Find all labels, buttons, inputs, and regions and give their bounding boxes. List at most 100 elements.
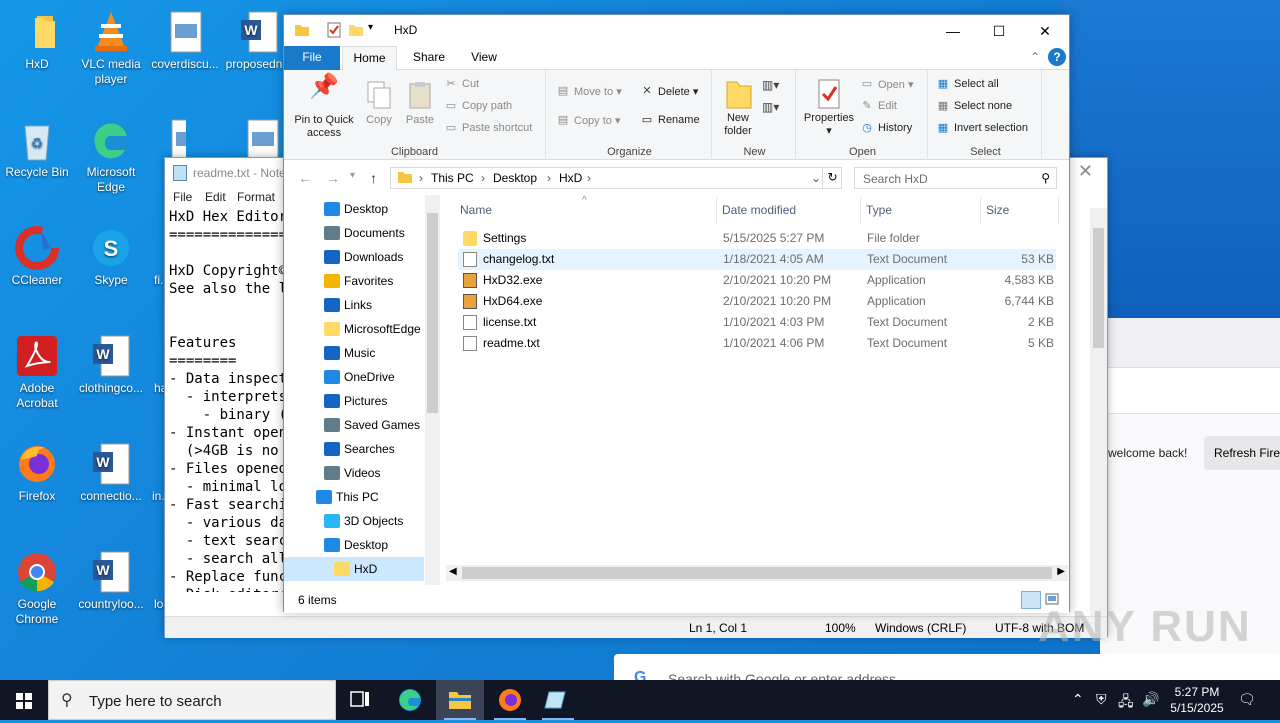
new-item-icon[interactable]: ▥▾ — [762, 78, 779, 92]
open-button[interactable]: ▭ Open ▾ — [860, 78, 914, 91]
column-separator[interactable] — [980, 197, 981, 223]
breadcrumb-desktop[interactable]: Desktop — [493, 171, 537, 185]
clock[interactable]: 5:27 PM 5/15/2025 — [1162, 684, 1232, 716]
desktop-icon-ccleaner[interactable]: CCleaner — [0, 226, 74, 288]
paste-button[interactable]: Paste — [402, 80, 438, 127]
breadcrumb-this-pc[interactable]: This PC — [431, 171, 474, 185]
properties-button[interactable]: Properties ▾ — [800, 78, 858, 138]
file-row[interactable]: changelog.txt 1/18/2021 4:05 AM Text Docum… — [458, 249, 1056, 270]
tab-share[interactable]: Share — [404, 46, 454, 70]
recent-chevron-icon[interactable]: ▾ — [350, 170, 355, 181]
show-hidden-icons[interactable]: ⌃ — [1072, 691, 1084, 708]
maximize-button[interactable]: ☐ — [976, 17, 1022, 45]
close-icon[interactable]: ✕ — [1078, 161, 1093, 182]
tree-item[interactable]: MicrosoftEdge — [284, 317, 424, 341]
tree-item[interactable]: 3D Objects — [284, 509, 424, 533]
scroll-left-icon[interactable]: ◀ — [449, 566, 457, 577]
tree-item[interactable]: OneDrive — [284, 365, 424, 389]
volume-icon[interactable]: 🔊 — [1142, 691, 1159, 708]
menu-format[interactable]: Format — [237, 190, 275, 204]
taskbar-notepad[interactable] — [534, 680, 582, 720]
close-button[interactable]: ✕ — [1022, 17, 1068, 45]
tree-item[interactable]: Searches — [284, 437, 424, 461]
tree-item[interactable]: Music — [284, 341, 424, 365]
paste-shortcut-button[interactable]: ▭ Paste shortcut — [444, 122, 533, 134]
history-button[interactable]: ◷ History — [860, 122, 912, 134]
tree-item[interactable]: Downloads — [284, 245, 424, 269]
menu-edit[interactable]: Edit — [205, 190, 226, 204]
navigation-scrollbar[interactable] — [425, 195, 440, 585]
properties-icon[interactable] — [326, 22, 342, 38]
up-arrow-icon[interactable]: ↑ — [370, 170, 377, 186]
select-none-button[interactable]: ▦ Select none — [936, 100, 1012, 112]
taskbar-file-explorer[interactable] — [436, 680, 484, 720]
file-row[interactable]: readme.txt 1/10/2021 4:06 PM Text Document… — [458, 333, 1056, 354]
file-row[interactable]: HxD32.exe 2/10/2021 10:20 PM Application 4,… — [458, 270, 1056, 291]
delete-button[interactable]: ✕ Delete ▾ — [640, 85, 698, 98]
file-row[interactable]: HxD64.exe 2/10/2021 10:20 PM Application 6,… — [458, 291, 1056, 312]
scrollbar-thumb[interactable] — [427, 213, 438, 413]
back-arrow-icon[interactable]: ← — [298, 170, 312, 186]
tree-item[interactable]: Links — [284, 293, 424, 317]
desktop-icon-connectio[interactable]: W connectio... — [74, 442, 148, 504]
horizontal-scrollbar[interactable]: ◀ ▶ — [446, 565, 1068, 581]
scroll-right-icon[interactable]: ▶ — [1057, 566, 1065, 577]
notepad-text-area[interactable]: HxD Hex Editor ============== HxD Copyrigh… — [169, 208, 285, 592]
minimize-button[interactable]: — — [930, 17, 976, 45]
edit-button[interactable]: ✎ Edit — [860, 100, 897, 112]
column-name[interactable]: Name — [460, 203, 492, 217]
file-row[interactable]: Settings 5/15/2025 5:27 PM File folder — [458, 228, 1056, 249]
network-icon[interactable]: 🖧 — [1118, 691, 1134, 715]
invert-selection-button[interactable]: ▦ Invert selection — [936, 122, 1028, 134]
address-dropdown-icon[interactable]: ⌄ — [811, 171, 821, 185]
pin-quick-access-button[interactable]: 📌 Pin to Quick access — [290, 75, 358, 140]
search-input[interactable]: Search HxD ⚲ — [854, 167, 1057, 189]
desktop-icon-vlc[interactable]: VLC media player — [74, 10, 148, 87]
taskbar-search-box[interactable]: ⚲ Type here to search — [48, 680, 336, 720]
desktop-icon-chrome[interactable]: Google Chrome — [0, 550, 74, 627]
copy-button[interactable]: Copy — [362, 80, 396, 127]
file-list[interactable]: Name ^ Date modified Type Size ◀ ▶ Setti… — [442, 195, 1068, 585]
forward-arrow-icon[interactable]: → — [326, 170, 340, 186]
tab-file[interactable]: File — [284, 46, 340, 70]
easy-access-icon[interactable]: ▥▾ — [762, 100, 779, 114]
column-separator[interactable] — [860, 197, 861, 223]
desktop-icon-countryloo[interactable]: W countryloo... — [74, 550, 148, 612]
defender-icon[interactable]: ⛨ — [1096, 691, 1107, 708]
tree-item[interactable]: Documents — [284, 221, 424, 245]
notification-icon[interactable]: 🗨 — [1238, 691, 1256, 708]
desktop-icon-firefox[interactable]: Firefox — [0, 442, 74, 504]
desktop-icon-edge[interactable]: Microsoft Edge — [74, 118, 148, 195]
column-date-modified[interactable]: Date modified — [722, 203, 796, 217]
tree-item[interactable]: Desktop — [284, 197, 424, 221]
tree-item[interactable]: This PC — [284, 485, 424, 509]
tree-item[interactable]: Videos — [284, 461, 424, 485]
menu-file[interactable]: File — [173, 190, 192, 204]
address-bar[interactable]: › This PC › Desktop › HxD › ⌄ — [390, 167, 842, 189]
desktop-icon-clothingco[interactable]: W clothingco... — [74, 334, 148, 396]
move-to-button[interactable]: ▤ Move to ▾ — [556, 85, 622, 98]
task-view-button[interactable] — [336, 680, 384, 720]
start-button[interactable] — [0, 680, 48, 720]
explorer-titlebar[interactable]: ▾ HxD — ☐ ✕ — [284, 15, 1069, 46]
tab-home[interactable]: Home — [342, 46, 397, 70]
refresh-icon[interactable]: ↻ — [822, 167, 842, 189]
desktop-icon-coverdiscu[interactable]: coverdiscu... — [148, 10, 222, 72]
column-separator[interactable] — [1058, 197, 1059, 223]
tree-item[interactable]: HxD — [284, 557, 424, 581]
tab-view[interactable]: View — [460, 46, 508, 70]
cut-button[interactable]: ✂ Cut — [444, 78, 479, 90]
copy-path-button[interactable]: ▭ Copy path — [444, 100, 512, 112]
explorer-window[interactable]: ▾ HxD — ☐ ✕ File Home Share View ⌃ ? 📌 P… — [283, 14, 1070, 613]
tree-item[interactable]: Favorites — [284, 269, 424, 293]
desktop-icon-hxd[interactable]: HxD — [0, 10, 74, 72]
desktop-icon-acrobat[interactable]: Adobe Acrobat — [0, 334, 74, 411]
firefox-refresh-button[interactable]: Refresh Firef — [1204, 436, 1280, 470]
notepad-scrollbar[interactable] — [1090, 208, 1107, 616]
taskbar-firefox[interactable] — [486, 680, 534, 720]
desktop-icon-recycle-bin[interactable]: ♻ Recycle Bin — [0, 118, 74, 180]
column-type[interactable]: Type — [866, 203, 892, 217]
chevron-down-icon[interactable]: ▾ — [368, 22, 384, 38]
tree-item[interactable]: Desktop — [284, 533, 424, 557]
breadcrumb-hxd[interactable]: HxD — [559, 171, 582, 185]
